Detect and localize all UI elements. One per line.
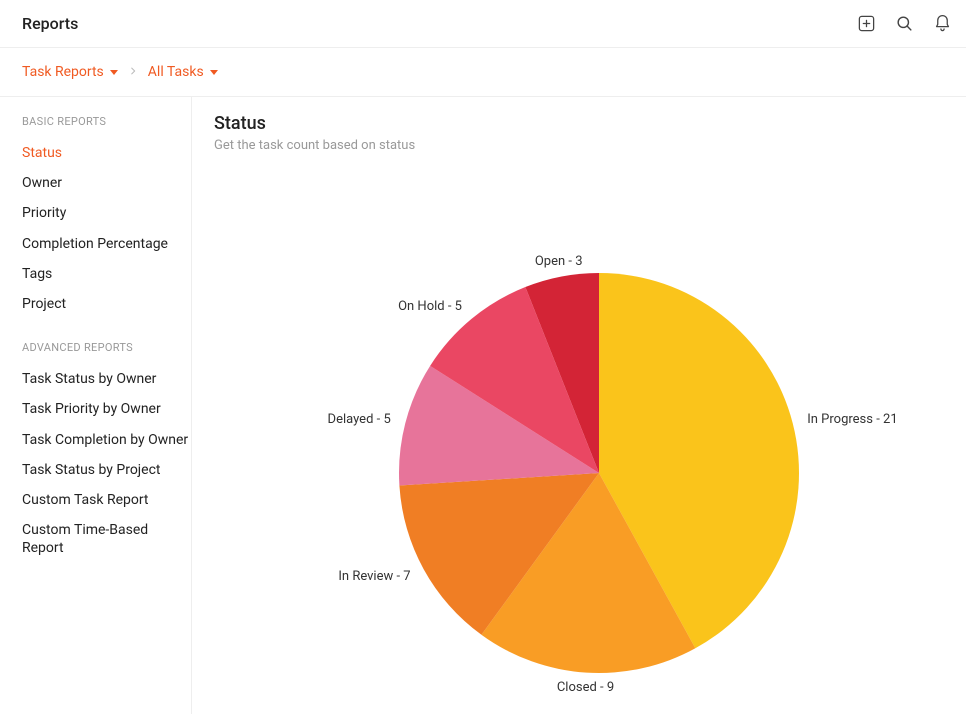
pie-label-open: Open - 3 xyxy=(535,254,583,269)
sidebar-item-task-status-by-owner[interactable]: Task Status by Owner xyxy=(22,364,191,394)
bell-icon[interactable] xyxy=(932,14,952,34)
breadcrumb-label: Task Reports xyxy=(22,64,104,80)
breadcrumb: Task Reports All Tasks xyxy=(0,48,966,97)
sidebar-item-project[interactable]: Project xyxy=(22,289,191,319)
sidebar-item-owner[interactable]: Owner xyxy=(22,168,191,198)
caret-down-icon xyxy=(110,70,118,75)
add-icon[interactable] xyxy=(856,14,876,34)
sidebar-header-advanced: ADVANCED REPORTS xyxy=(22,341,191,354)
sidebar-item-status[interactable]: Status xyxy=(22,138,191,168)
search-icon[interactable] xyxy=(894,14,914,34)
breadcrumb-task-reports[interactable]: Task Reports xyxy=(22,64,118,80)
sidebar-item-priority[interactable]: Priority xyxy=(22,198,191,228)
sidebar-section-advanced: ADVANCED REPORTS Task Status by OwnerTas… xyxy=(22,341,191,563)
topbar-actions xyxy=(856,14,952,34)
content-subtitle: Get the task count based on status xyxy=(214,138,966,153)
sidebar: BASIC REPORTS StatusOwnerPriorityComplet… xyxy=(0,97,192,714)
sidebar-section-basic: BASIC REPORTS StatusOwnerPriorityComplet… xyxy=(22,115,191,319)
chevron-right-icon xyxy=(128,64,138,80)
sidebar-item-custom-task-report[interactable]: Custom Task Report xyxy=(22,485,191,515)
status-pie-chart: Open - 3 In Progress - 21 Closed - 9 In Rev… xyxy=(214,153,964,713)
page-title: Reports xyxy=(22,14,78,33)
sidebar-item-task-completion-by-owner[interactable]: Task Completion by Owner xyxy=(22,425,191,455)
pie-label-delayed: Delayed - 5 xyxy=(328,412,391,427)
pie-label-in-progress: In Progress - 21 xyxy=(807,412,897,427)
sidebar-header-basic: BASIC REPORTS xyxy=(22,115,191,128)
topbar: Reports xyxy=(0,0,966,48)
main-content: Status Get the task count based on statu… xyxy=(192,97,966,714)
page-body: BASIC REPORTS StatusOwnerPriorityComplet… xyxy=(0,97,966,714)
sidebar-item-task-priority-by-owner[interactable]: Task Priority by Owner xyxy=(22,394,191,424)
caret-down-icon xyxy=(210,70,218,75)
sidebar-item-tags[interactable]: Tags xyxy=(22,259,191,289)
content-title: Status xyxy=(214,113,966,134)
sidebar-item-task-status-by-project[interactable]: Task Status by Project xyxy=(22,455,191,485)
sidebar-item-custom-time-based-report[interactable]: Custom Time-Based Report xyxy=(22,515,191,563)
pie-label-closed: Closed - 9 xyxy=(557,680,614,695)
breadcrumb-all-tasks[interactable]: All Tasks xyxy=(148,64,218,80)
pie-label-on-hold: On Hold - 5 xyxy=(398,299,462,314)
sidebar-item-completion-percentage[interactable]: Completion Percentage xyxy=(22,229,191,259)
pie-label-in-review: In Review - 7 xyxy=(338,569,410,584)
breadcrumb-label: All Tasks xyxy=(148,64,204,80)
